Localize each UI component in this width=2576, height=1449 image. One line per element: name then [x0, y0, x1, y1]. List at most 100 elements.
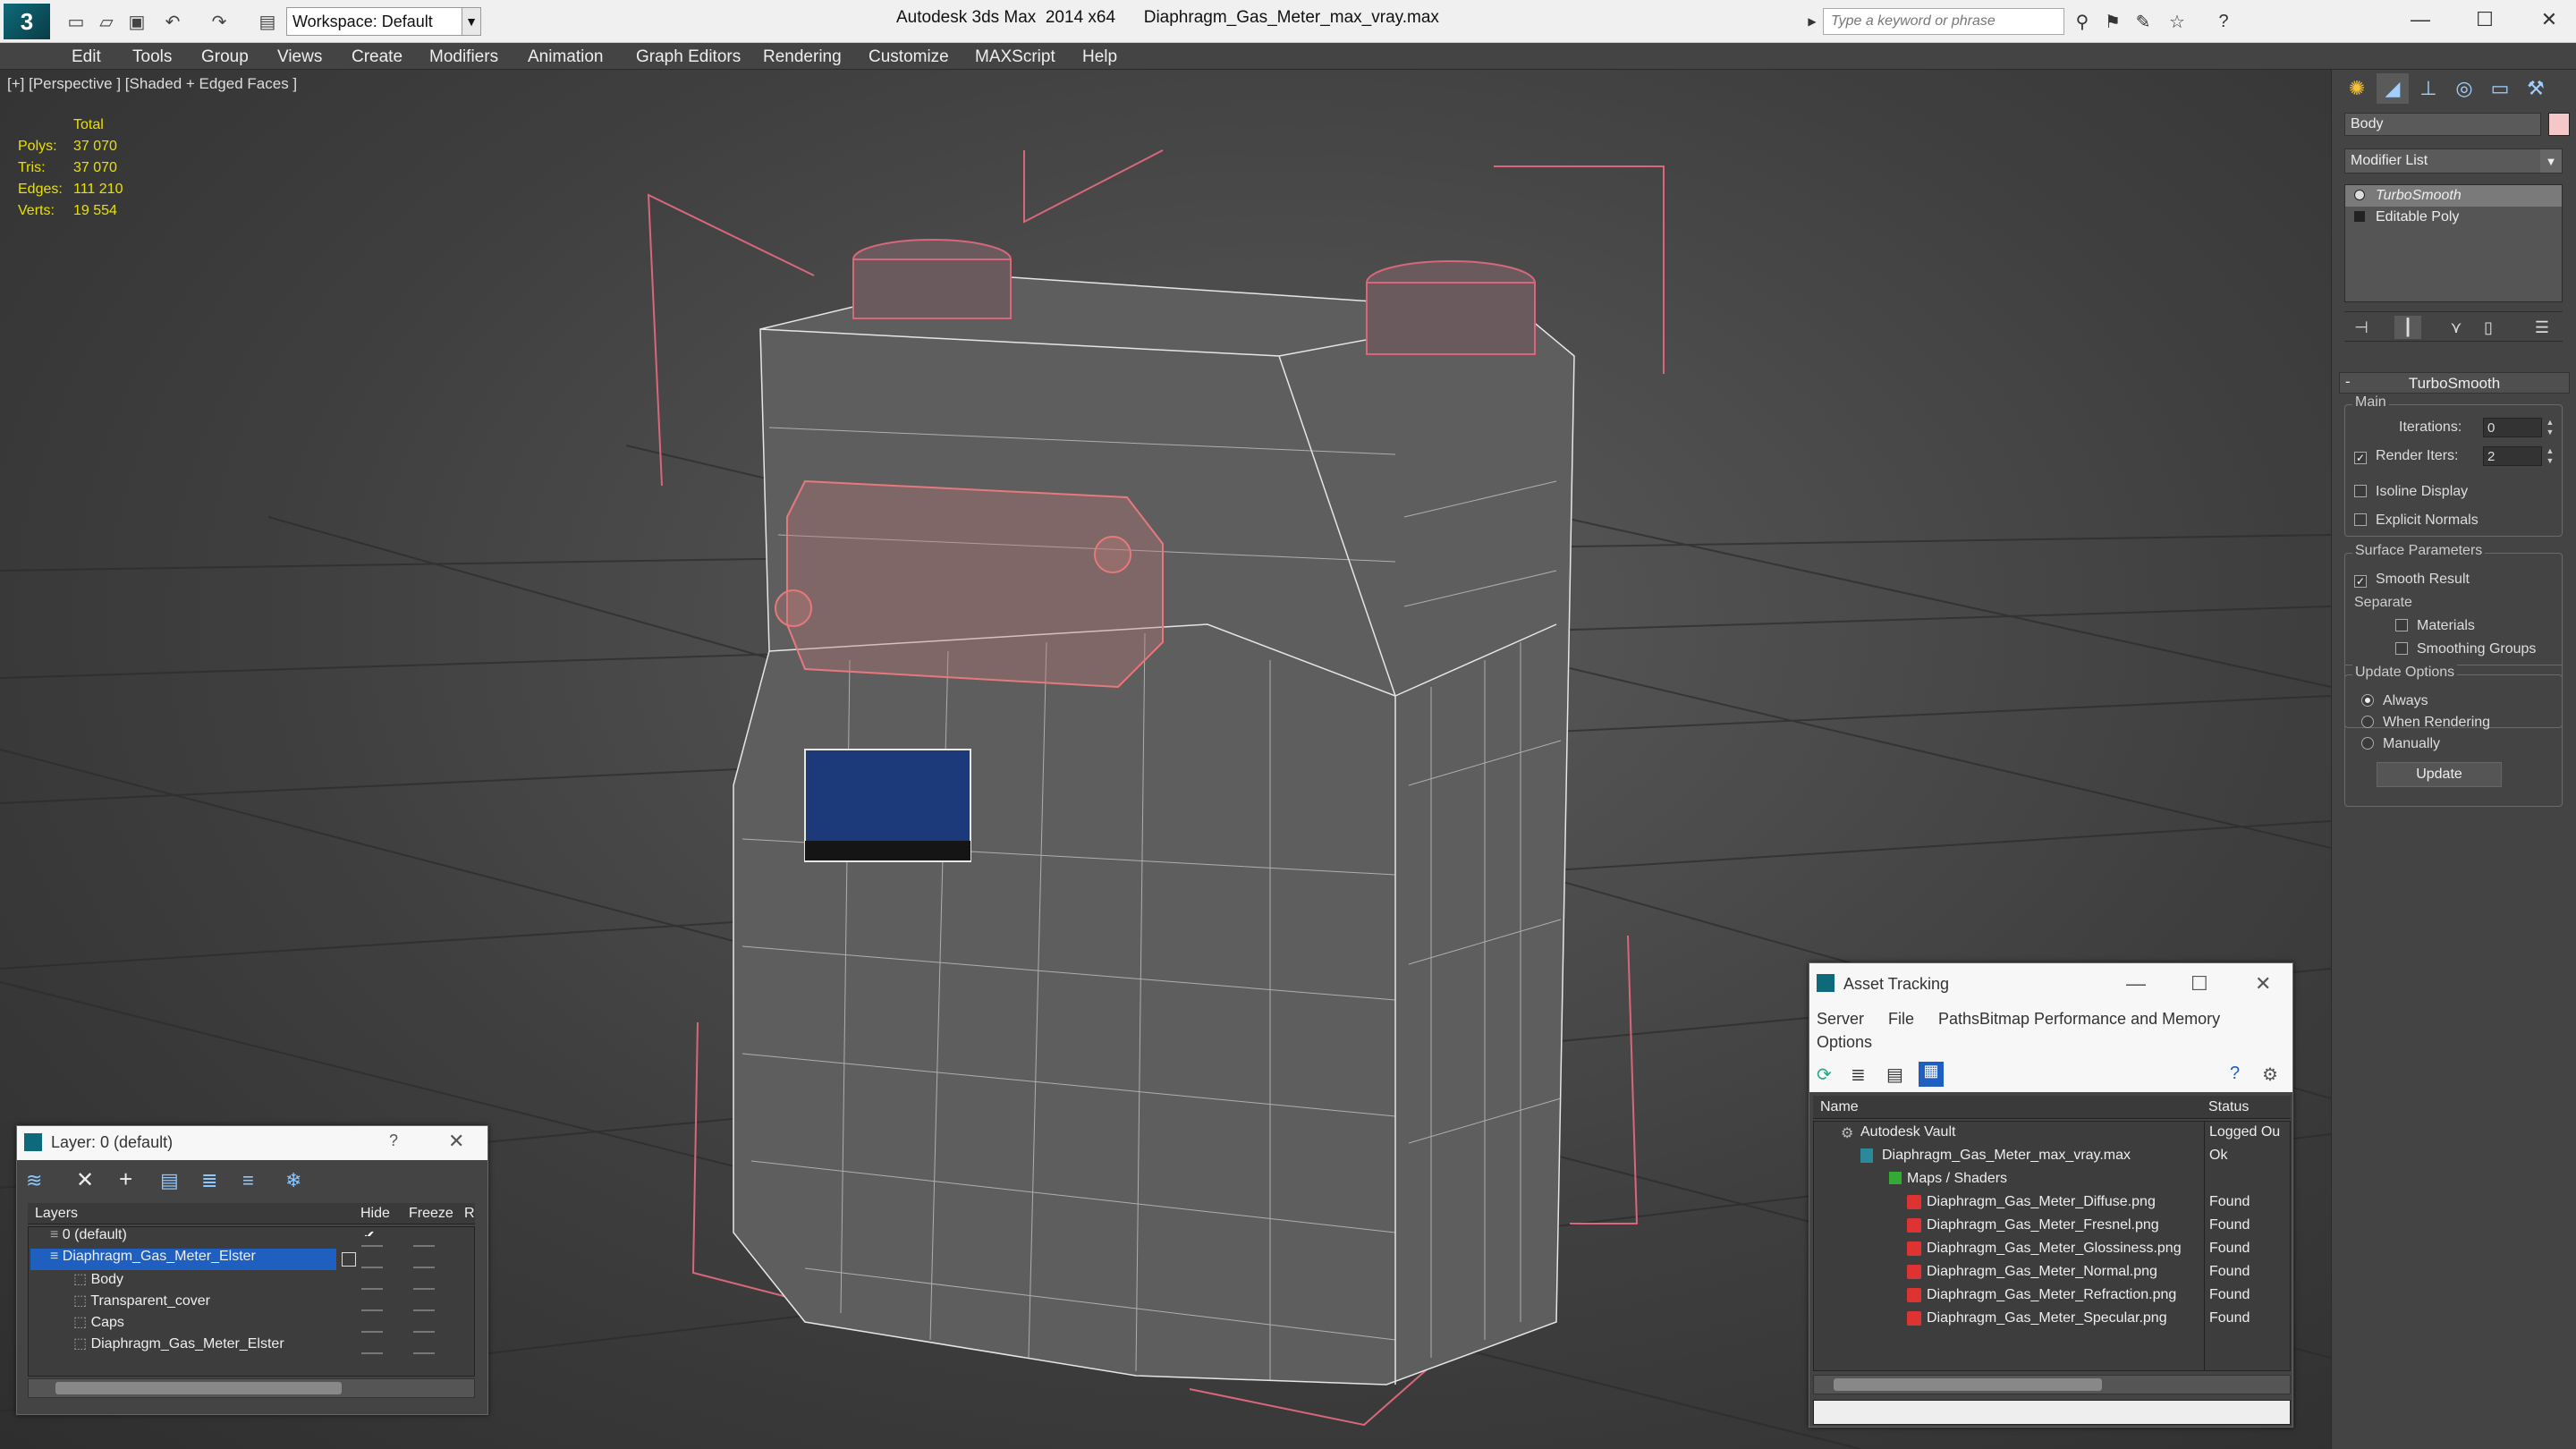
object-row[interactable]: ⬚ Diaphragm_Gas_Meter_Elster [73, 1335, 284, 1356]
menu-paths[interactable]: Paths [1938, 1010, 1979, 1029]
layer-row[interactable]: ≡ 0 (default)✔ [50, 1227, 375, 1249]
menu-graph-editors[interactable]: Graph Editors [636, 47, 741, 67]
menu-edit[interactable]: Edit [72, 47, 101, 67]
menu-tools[interactable]: Tools [132, 47, 172, 67]
show-end-result-icon[interactable]: ┃ [2394, 316, 2421, 339]
menu-animation[interactable]: Animation [528, 47, 604, 67]
save-file-icon[interactable]: ▣ [123, 9, 150, 34]
motion-tab-icon[interactable]: ◎ [2448, 73, 2480, 104]
menu-options[interactable]: Options [1817, 1033, 1872, 1052]
maximize-icon[interactable]: ☐ [2190, 972, 2208, 996]
asset-row-texture[interactable]: Diaphragm_Gas_Meter_Refraction.png Found [1814, 1284, 2290, 1308]
asset-path-field[interactable] [1813, 1400, 2291, 1425]
menu-customize[interactable]: Customize [869, 47, 949, 67]
asset-row-texture[interactable]: Diaphragm_Gas_Meter_Fresnel.png Found [1814, 1215, 2290, 1238]
hide-all-icon[interactable]: ≡ [242, 1169, 254, 1192]
chevron-down-icon[interactable]: ▼ [2540, 149, 2562, 173]
expand-arrow-icon[interactable]: ▶ [1800, 9, 1825, 34]
layer-row-selected[interactable]: ≡ Diaphragm_Gas_Meter_Elster [30, 1249, 336, 1270]
asset-row-texture[interactable]: Diaphragm_Gas_Meter_Diffuse.png Found [1814, 1191, 2290, 1215]
render-iters-spinner[interactable]: 2 [2483, 446, 2542, 466]
col-hide[interactable]: Hide [360, 1206, 390, 1222]
workspace-dropdown[interactable]: Workspace: Default [286, 7, 481, 36]
menu-modifiers[interactable]: Modifiers [429, 47, 498, 67]
menu-maxscript[interactable]: MAXScript [975, 47, 1055, 67]
asset-row-vault[interactable]: ⚙ Autodesk Vault Logged Ou [1814, 1122, 2290, 1145]
minimize-icon[interactable]: — [2397, 4, 2444, 36]
menu-group[interactable]: Group [201, 47, 249, 67]
help-icon[interactable]: ? [2211, 9, 2236, 34]
layers-icon[interactable]: ≋ [26, 1169, 42, 1192]
redo-icon[interactable]: ↷ [206, 9, 233, 34]
create-tab-icon[interactable]: ✺ [2341, 73, 2373, 104]
spinner-arrows-icon[interactable]: ▲ ▼ [2544, 418, 2556, 437]
manually-radio[interactable]: Manually [2361, 736, 2440, 752]
expand-box-icon[interactable] [2354, 211, 2365, 222]
object-row[interactable]: ⬚ Caps [73, 1313, 124, 1335]
delete-layer-icon[interactable]: ✕ [76, 1167, 94, 1193]
col-freeze[interactable]: Freeze [409, 1206, 453, 1222]
horizontal-scrollbar[interactable] [28, 1378, 475, 1398]
close-icon[interactable]: ✕ [2255, 972, 2271, 996]
object-row[interactable]: ⬚ Transparent_cover [73, 1292, 210, 1313]
select-objects-icon[interactable]: ▤ [160, 1169, 179, 1192]
menu-bitmap-performance[interactable]: Bitmap Performance and Memory [1979, 1010, 2220, 1029]
make-unique-icon[interactable]: ⋎ [2443, 316, 2470, 339]
tree-view-icon[interactable]: ▤ [1886, 1063, 1903, 1086]
binoculars-icon[interactable]: ⚲ [2070, 9, 2095, 34]
explicit-normals-checkbox[interactable]: Explicit Normals [2354, 513, 2479, 529]
col-render[interactable]: R [464, 1206, 475, 1222]
undo-icon[interactable]: ↶ [159, 9, 186, 34]
col-status[interactable]: Status [2208, 1099, 2249, 1115]
menu-file[interactable]: File [1888, 1010, 1914, 1029]
asset-row-texture[interactable]: Diaphragm_Gas_Meter_Glossiness.png Found [1814, 1238, 2290, 1261]
asset-row-texture[interactable]: Diaphragm_Gas_Meter_Normal.png Found [1814, 1261, 2290, 1284]
perspective-viewport[interactable]: [+] [Perspective ] [Shaded + Edged Faces… [0, 70, 2331, 1449]
configure-sets-icon[interactable]: ☰ [2529, 316, 2555, 339]
spinner-arrows-icon[interactable]: ▲ ▼ [2544, 446, 2556, 466]
menu-create[interactable]: Create [352, 47, 402, 67]
turbosmooth-rollout-header[interactable]: - TurboSmooth [2339, 372, 2570, 394]
render-iters-checkbox[interactable]: ✓ Render Iters: [2354, 448, 2458, 464]
add-layer-icon[interactable]: + [119, 1165, 132, 1193]
settings-icon[interactable]: ⚙ [2262, 1063, 2278, 1086]
horizontal-scrollbar[interactable] [1813, 1375, 2291, 1394]
utilities-tab-icon[interactable]: ⚒ [2520, 73, 2552, 104]
stack-item-turbosmooth[interactable]: TurboSmooth [2345, 185, 2562, 207]
project-folder-icon[interactable]: ▤ [254, 9, 281, 34]
object-row[interactable]: ⬚ Body [73, 1270, 123, 1292]
freeze-all-icon[interactable]: ❄ [285, 1169, 301, 1192]
help-icon[interactable]: ? [2230, 1063, 2240, 1084]
viewport-label[interactable]: [+] [Perspective ] [Shaded + Edged Faces… [7, 75, 297, 93]
asset-row-maps[interactable]: Maps / Shaders [1814, 1168, 2290, 1191]
always-radio[interactable]: Always [2361, 693, 2428, 709]
menu-rendering[interactable]: Rendering [763, 47, 842, 67]
asset-row-texture[interactable]: Diaphragm_Gas_Meter_Specular.png Found [1814, 1308, 2290, 1331]
chevron-down-icon[interactable]: ▼ [462, 7, 481, 36]
communication-center-icon[interactable]: ⚑ [2100, 9, 2125, 34]
scrollbar-thumb[interactable] [1834, 1378, 2102, 1391]
asset-row-max[interactable]: Diaphragm_Gas_Meter_max_vray.max Ok [1814, 1145, 2290, 1168]
table-view-icon[interactable]: ▦ [1919, 1062, 1944, 1087]
remove-modifier-icon[interactable]: ▯ [2475, 316, 2502, 339]
update-button[interactable]: Update [2377, 762, 2502, 787]
asset-tracking-title-bar[interactable]: Asset Tracking — ☐ ✕ [1809, 963, 2292, 1006]
stack-item-editable-poly[interactable]: Editable Poly [2345, 207, 2562, 228]
scrollbar-thumb[interactable] [55, 1382, 342, 1394]
freeze-column-toggles[interactable] [413, 1236, 435, 1361]
modifier-list-dropdown[interactable]: Modifier List ▼ [2344, 148, 2563, 174]
close-icon[interactable]: ✕ [2526, 4, 2572, 36]
search-input[interactable]: Type a keyword or phrase [1823, 8, 2064, 35]
close-icon[interactable]: ✕ [448, 1130, 464, 1153]
maximize-icon[interactable]: ☐ [2462, 4, 2508, 36]
iterations-spinner[interactable]: 0 [2483, 418, 2542, 437]
menu-server[interactable]: Server [1817, 1010, 1864, 1029]
subscription-icon[interactable]: ✎ [2131, 9, 2156, 34]
col-layers[interactable]: Layers [35, 1206, 78, 1222]
materials-checkbox[interactable]: Materials [2395, 618, 2475, 634]
menu-views[interactable]: Views [277, 47, 322, 67]
object-color-swatch[interactable] [2548, 113, 2570, 136]
menu-help[interactable]: Help [1082, 47, 1117, 67]
hierarchy-tab-icon[interactable]: ⊥ [2412, 73, 2445, 104]
minimize-icon[interactable]: — [2126, 972, 2146, 996]
